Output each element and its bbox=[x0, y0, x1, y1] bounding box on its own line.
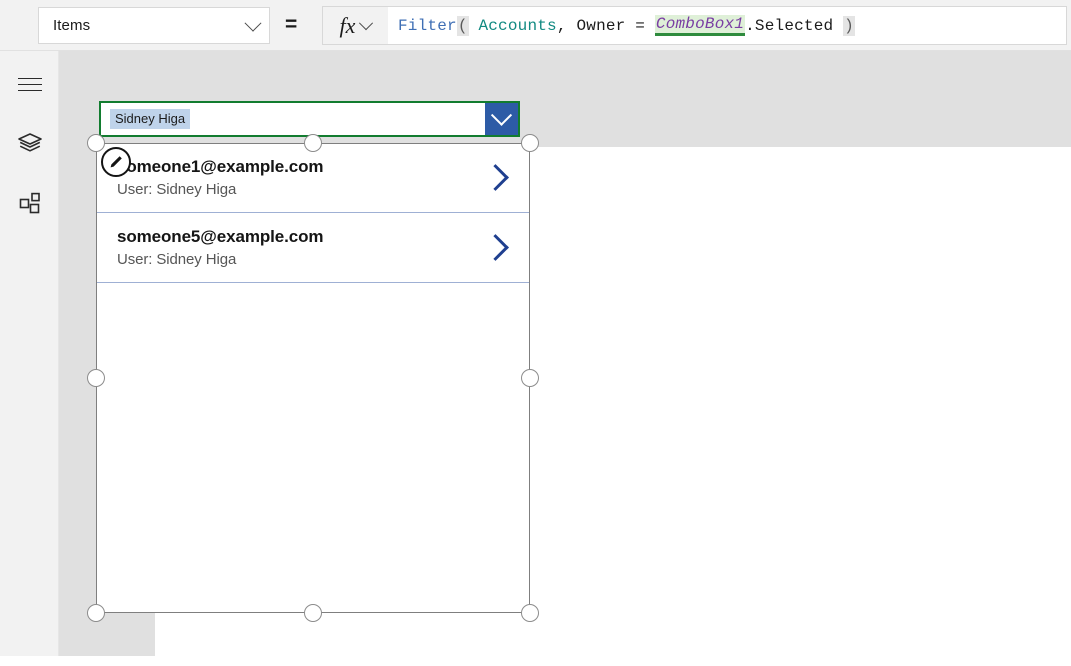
gallery-item[interactable]: someone1@example.com User: Sidney Higa bbox=[96, 143, 529, 213]
gallery-item-subtitle: User: Sidney Higa bbox=[117, 251, 237, 268]
combobox-control[interactable]: Sidney Higa bbox=[99, 101, 520, 137]
formula-token-6: = bbox=[625, 16, 655, 35]
combobox-value-area[interactable]: Sidney Higa bbox=[101, 103, 485, 135]
gallery-item-subtitle: User: Sidney Higa bbox=[117, 181, 237, 198]
resize-handle-bottom-right[interactable] bbox=[521, 604, 539, 622]
formula-token-8: .Selected bbox=[745, 16, 844, 35]
insert-button[interactable] bbox=[12, 185, 47, 220]
left-rail bbox=[0, 51, 59, 656]
combobox-dropdown-button[interactable] bbox=[485, 103, 518, 135]
formula-token-5: Owner bbox=[576, 16, 626, 35]
resize-handle-top-left[interactable] bbox=[87, 134, 105, 152]
pencil-edit-icon bbox=[110, 156, 122, 168]
gallery-item-texts: someone1@example.com User: Sidney Higa bbox=[117, 157, 486, 198]
chevron-down-icon bbox=[244, 14, 262, 32]
resize-handle-middle-right[interactable] bbox=[521, 369, 539, 387]
formula-token-7: ComboBox1 bbox=[654, 15, 746, 36]
resize-handle-middle-left[interactable] bbox=[87, 369, 105, 387]
pencil-edit-badge[interactable] bbox=[101, 147, 131, 177]
gallery-item[interactable]: someone5@example.com User: Sidney Higa bbox=[96, 213, 529, 283]
gallery-control[interactable]: someone1@example.com User: Sidney Higa s… bbox=[96, 143, 530, 613]
gallery-item-texts: someone5@example.com User: Sidney Higa bbox=[117, 227, 486, 268]
chevron-down-icon bbox=[490, 104, 513, 126]
formula-token-2 bbox=[469, 17, 479, 35]
property-dropdown-value: Items bbox=[53, 17, 91, 34]
formula-token-1: ( bbox=[456, 15, 469, 36]
layers-icon bbox=[17, 132, 42, 152]
gallery-item-title: someone1@example.com bbox=[117, 157, 324, 176]
hamburger-menu-button[interactable] bbox=[12, 67, 47, 102]
combobox-selected-chip: Sidney Higa bbox=[110, 109, 191, 129]
formula-token-4: , bbox=[556, 16, 577, 35]
resize-handle-top-center[interactable] bbox=[304, 134, 322, 152]
fx-icon: fx bbox=[339, 12, 356, 38]
chevron-right-icon[interactable] bbox=[482, 164, 509, 191]
tree-view-button[interactable] bbox=[12, 125, 47, 160]
resize-handle-bottom-left[interactable] bbox=[87, 604, 105, 622]
formula-token-3: Accounts bbox=[478, 16, 557, 35]
resize-handle-bottom-center[interactable] bbox=[304, 604, 322, 622]
gallery-empty-area bbox=[96, 283, 529, 609]
chevron-right-icon[interactable] bbox=[482, 234, 509, 261]
fx-button[interactable]: fx bbox=[322, 6, 388, 45]
formula-token-9: ) bbox=[843, 15, 855, 36]
formula-bar: Items = fx Filter( Accounts, Owner = Com… bbox=[0, 0, 1071, 51]
formula-token-0: Filter bbox=[398, 16, 457, 35]
chevron-down-icon bbox=[359, 15, 374, 30]
insert-components-icon bbox=[19, 192, 40, 213]
resize-handle-top-right[interactable] bbox=[521, 134, 539, 152]
equals-sign: = bbox=[285, 13, 298, 36]
hamburger-icon bbox=[17, 78, 42, 91]
formula-input[interactable]: Filter( Accounts, Owner = ComboBox1 .Sele… bbox=[388, 6, 1067, 45]
gallery-item-title: someone5@example.com bbox=[117, 227, 324, 246]
property-dropdown[interactable]: Items bbox=[38, 7, 270, 44]
